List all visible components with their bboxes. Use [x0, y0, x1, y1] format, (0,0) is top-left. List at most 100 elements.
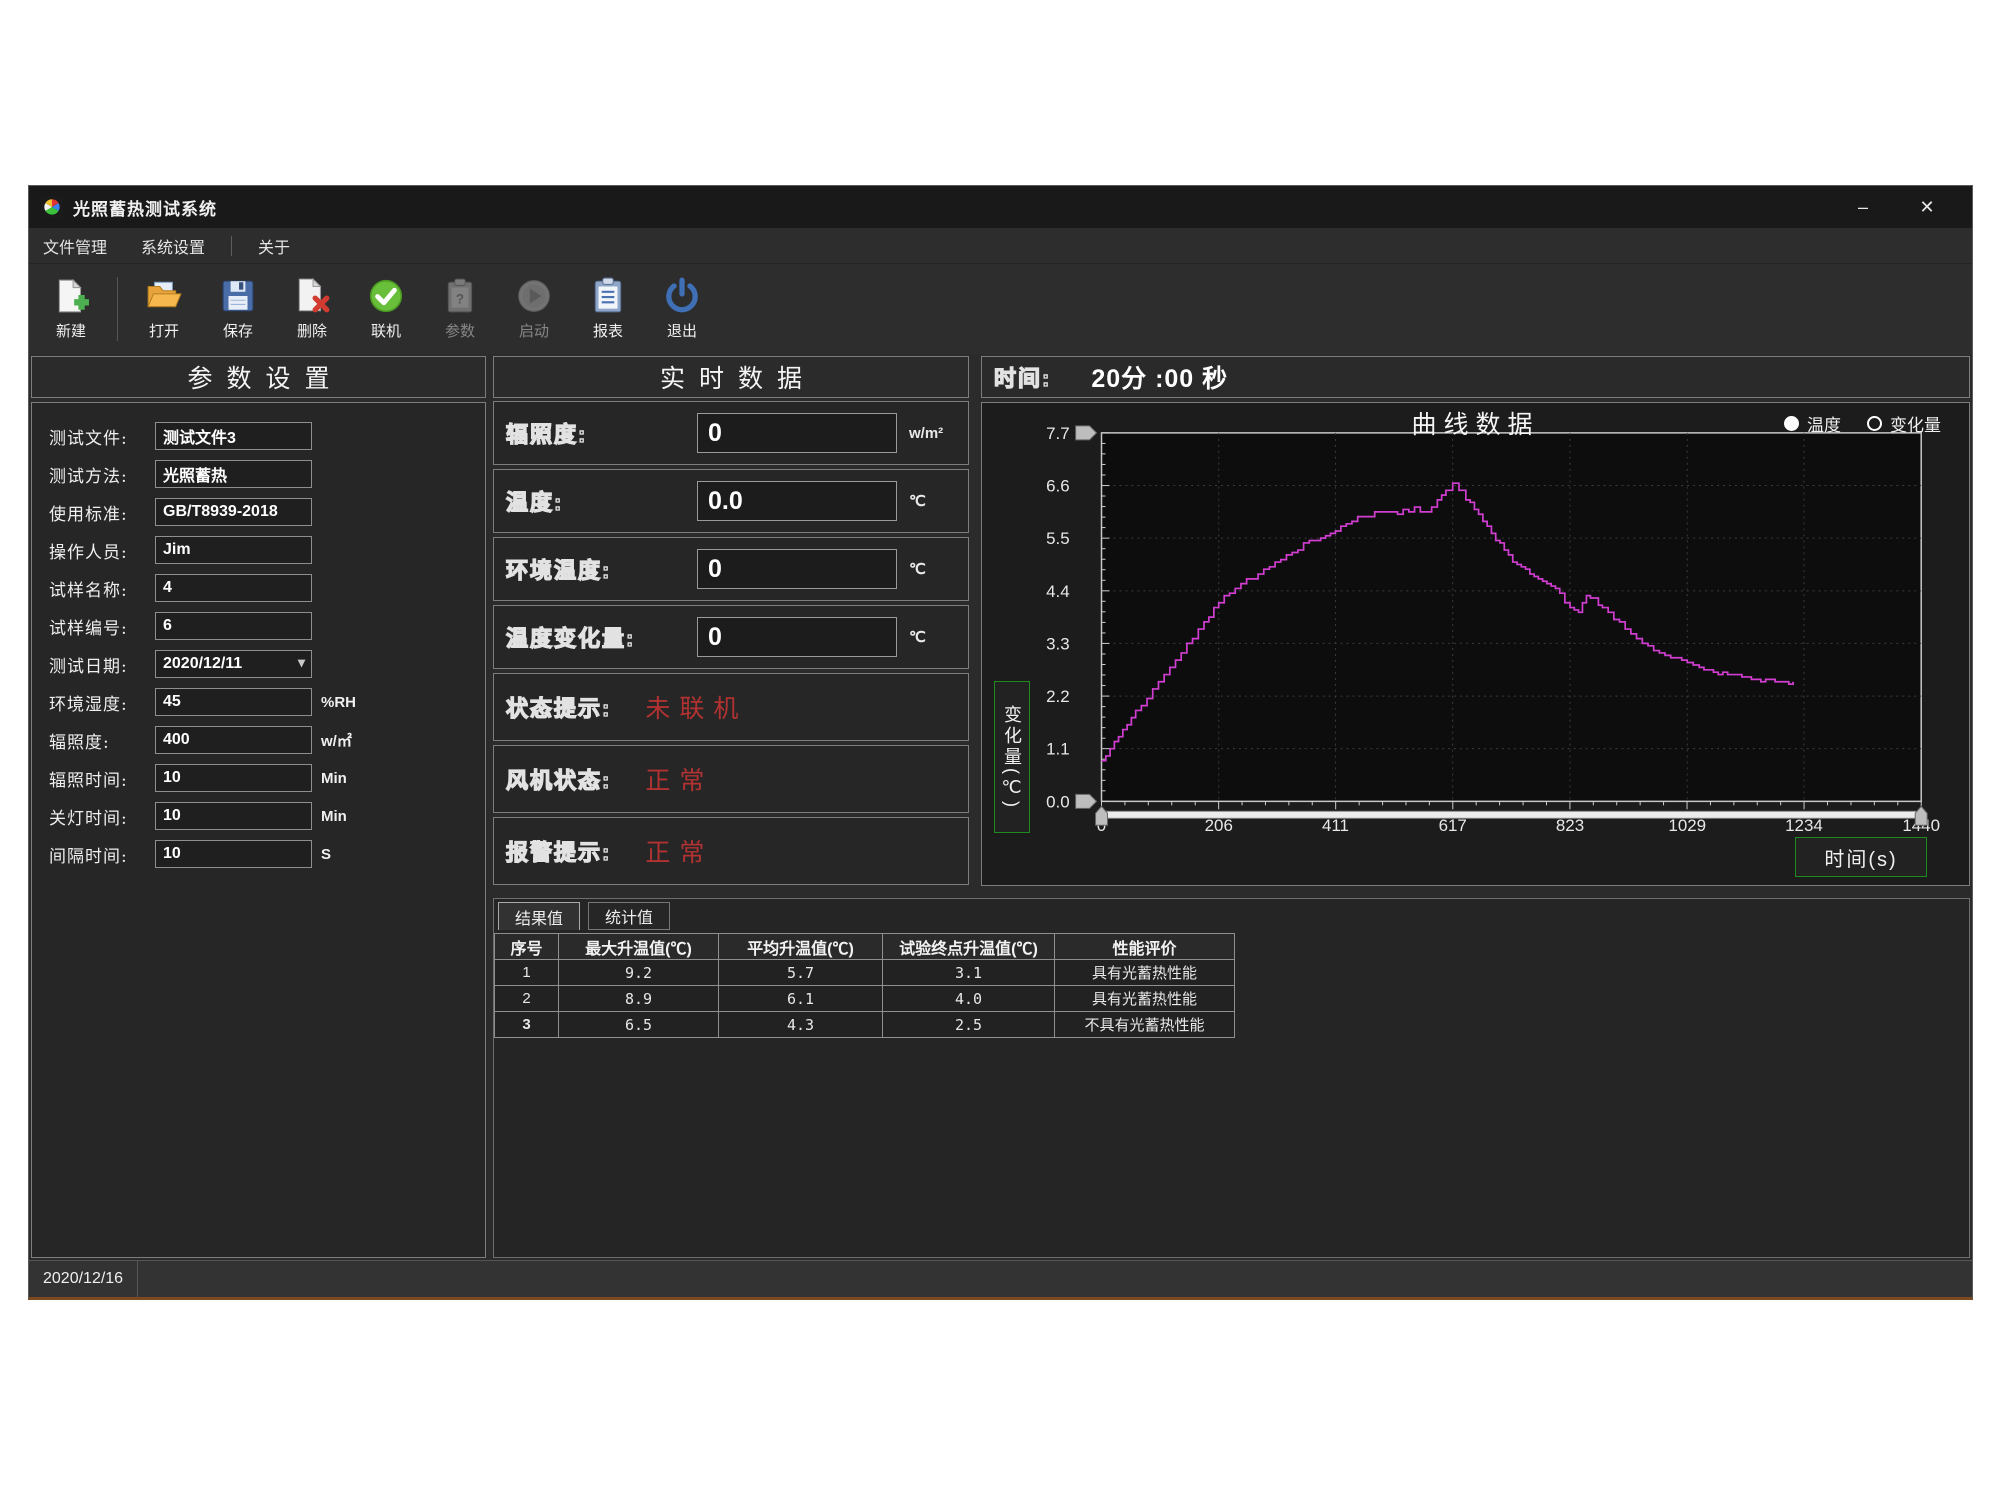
toolbar-separator	[117, 277, 118, 341]
alarm-hint-value: 正常	[645, 833, 713, 869]
form-row: 关灯时间:10Min	[32, 802, 485, 830]
test-date-input[interactable]: 2020/12/11 ▾	[155, 650, 312, 678]
menu-item-system-settings[interactable]: 系统设置	[141, 234, 205, 258]
table-row[interactable]: 28.96.14.0具有光蓄热性能	[495, 986, 1235, 1012]
table-cell: 4.0	[883, 986, 1055, 1012]
legend-label: 变化量	[1890, 411, 1941, 436]
toolbar-button-label: 退出	[667, 320, 697, 341]
status-bar: 2020/12/16	[29, 1260, 1972, 1297]
toolbar-button-open[interactable]: 打开	[132, 268, 196, 350]
interval-time-unit: S	[321, 846, 331, 863]
params-panel: 测试文件:测试文件3测试方法:光照蓄热使用标准:GB/T8939-2018操作人…	[31, 402, 486, 1258]
chart-legend: 温度 变化量	[1784, 411, 1941, 436]
toolbar-button-exit[interactable]: 退出	[650, 268, 714, 350]
save-icon	[219, 277, 257, 315]
test-method-value: 光照蓄热	[163, 462, 227, 486]
toolbar-button-connect[interactable]: 联机	[354, 268, 418, 350]
sample-number-input[interactable]: 6	[155, 612, 312, 640]
table-cell: 9.2	[559, 960, 719, 986]
interval-time-input[interactable]: 10	[155, 840, 312, 868]
toolbar-button-start: 启动	[502, 268, 566, 350]
realtime-panel: 辐照度:0w/m²温度:0.0℃环境温度:0℃温度变化量:0℃状态提示:未联机风…	[493, 401, 969, 889]
x-tick-label: 823	[1556, 816, 1584, 835]
form-row: 测试方法: 光照蓄热	[32, 460, 485, 488]
irradiance-set-value: 400	[163, 731, 190, 749]
temperature-box: 温度:0.0℃	[493, 469, 969, 533]
table-row[interactable]: 36.54.32.5不具有光蓄热性能	[495, 1012, 1235, 1038]
radio-icon	[1784, 416, 1799, 431]
table-cell: 不具有光蓄热性能	[1055, 1012, 1235, 1038]
y-tick-label: 0.0	[1046, 792, 1070, 811]
ambient-temperature-box: 环境温度:0℃	[493, 537, 969, 601]
legend-radio-change[interactable]: 变化量	[1867, 411, 1941, 436]
temperature-change-unit: ℃	[909, 628, 926, 646]
chevron-down-icon[interactable]: ▾	[298, 654, 305, 671]
irradiation-time-input[interactable]: 10	[155, 764, 312, 792]
window-title: 光照蓄热测试系统	[73, 195, 217, 220]
sample-name-input[interactable]: 4	[155, 574, 312, 602]
plot-area	[1102, 433, 1922, 801]
test-method-label: 测试方法:	[49, 462, 155, 487]
sample-name-label: 试样名称:	[49, 576, 155, 601]
start-icon	[515, 277, 553, 315]
standard-input[interactable]: GB/T8939-2018	[155, 498, 312, 526]
time-bar: 时间: 20分 :00 秒	[981, 356, 1970, 398]
toolbar-button-label: 删除	[297, 320, 327, 341]
toolbar-button-new[interactable]: 新建	[39, 268, 103, 350]
y-tick-label: 3.3	[1046, 634, 1070, 653]
table-cell: 6.5	[559, 1012, 719, 1038]
test-date-value: 2020/12/11	[163, 655, 242, 673]
toolbar-button-label: 新建	[56, 320, 86, 341]
irradiance-set-label: 辐照度:	[49, 728, 155, 753]
form-row: 试样编号:6	[32, 612, 485, 640]
operator-input[interactable]: Jim	[155, 536, 312, 564]
irradiation-time-unit: Min	[321, 770, 347, 787]
lights-off-time-input[interactable]: 10	[155, 802, 312, 830]
close-button[interactable]: ✕	[1912, 197, 1942, 218]
test-method-input[interactable]: 光照蓄热	[155, 460, 312, 488]
toolbar-button-save[interactable]: 保存	[206, 268, 270, 350]
exit-icon	[663, 277, 701, 315]
status-bar-separator	[137, 1261, 138, 1297]
menu-item-about[interactable]: 关于	[258, 234, 290, 258]
table-row[interactable]: 19.25.73.1具有光蓄热性能	[495, 960, 1235, 986]
legend-radio-temperature[interactable]: 温度	[1784, 411, 1841, 436]
results-panel: 结果值统计值 序号最大升温值(℃)平均升温值(℃)试验终点升温值(℃)性能评价1…	[493, 898, 1970, 1258]
y-axis-lower-handle[interactable]	[1076, 794, 1097, 808]
x-scrollbar-left-handle[interactable]	[1096, 806, 1108, 825]
tab-statistics[interactable]: 统计值	[588, 902, 670, 930]
x-tick-label: 1029	[1668, 816, 1706, 835]
x-tick-label: 206	[1205, 816, 1233, 835]
curve-panel: 02064116178231029123414400.01.12.23.34.4…	[981, 402, 1970, 886]
y-tick-label: 6.6	[1046, 477, 1070, 496]
ambient-humidity-input[interactable]: 45	[155, 688, 312, 716]
irradiance-box: 辐照度:0w/m²	[493, 401, 969, 465]
operator-label: 操作人员:	[49, 538, 155, 563]
minimize-button[interactable]: –	[1848, 197, 1878, 218]
table-cell: 2.5	[883, 1012, 1055, 1038]
standard-label: 使用标准:	[49, 500, 155, 525]
tab-results[interactable]: 结果值	[498, 902, 580, 930]
status-hint-box: 状态提示:未联机	[493, 673, 969, 741]
legend-label: 温度	[1807, 411, 1841, 436]
connect-icon	[367, 277, 405, 315]
form-row: 使用标准:GB/T8939-2018	[32, 498, 485, 526]
table-header-row: 序号最大升温值(℃)平均升温值(℃)试验终点升温值(℃)性能评价	[495, 934, 1235, 960]
report-icon	[589, 277, 627, 315]
toolbar-button-report[interactable]: 报表	[576, 268, 640, 350]
x-scrollbar-right-handle[interactable]	[1915, 806, 1927, 825]
alarm-hint-box: 报警提示:正常	[493, 817, 969, 885]
test-file-input[interactable]: 测试文件3	[155, 422, 312, 450]
table-cell: 具有光蓄热性能	[1055, 986, 1235, 1012]
toolbar-button-delete[interactable]: 删除	[280, 268, 344, 350]
form-row: 间隔时间:10S	[32, 840, 485, 868]
menu-item-file-management[interactable]: 文件管理	[43, 234, 107, 258]
toolbar-button-label: 打开	[149, 320, 179, 341]
irradiance-set-input[interactable]: 400	[155, 726, 312, 754]
y-tick-label: 1.1	[1046, 740, 1070, 759]
table-header-cell: 试验终点升温值(℃)	[883, 934, 1055, 960]
realtime-panel-header: 实时数据	[493, 356, 969, 398]
x-scrollbar[interactable]	[1102, 811, 1922, 818]
irradiance-set-unit: w/㎡	[321, 730, 352, 751]
menu-separator	[231, 236, 232, 256]
